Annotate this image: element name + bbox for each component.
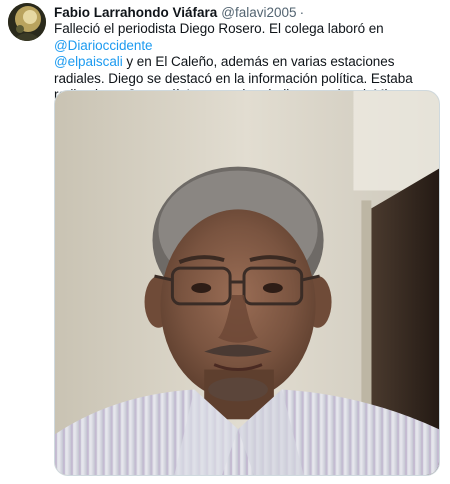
tweet-header: Fabio Larrahondo Viáfara @falavi2005 · (54, 4, 304, 22)
tweet[interactable]: Fabio Larrahondo Viáfara @falavi2005 · F… (0, 0, 450, 484)
portrait-image (55, 91, 439, 475)
tweet-text-part: Falleció el periodista Diego Rosero. El … (54, 21, 384, 36)
author-avatar[interactable] (8, 3, 46, 41)
author-display-name[interactable]: Fabio Larrahondo Viáfara (54, 4, 217, 22)
mention-elpaiscali[interactable]: @elpaiscali (54, 54, 123, 69)
avatar-image (8, 3, 46, 41)
author-handle[interactable]: @falavi2005 (221, 4, 296, 22)
tweet-photo[interactable] (54, 90, 440, 476)
header-separator: · (299, 5, 305, 20)
mention-diarioccidente[interactable]: @Diarioccidente (54, 38, 153, 53)
